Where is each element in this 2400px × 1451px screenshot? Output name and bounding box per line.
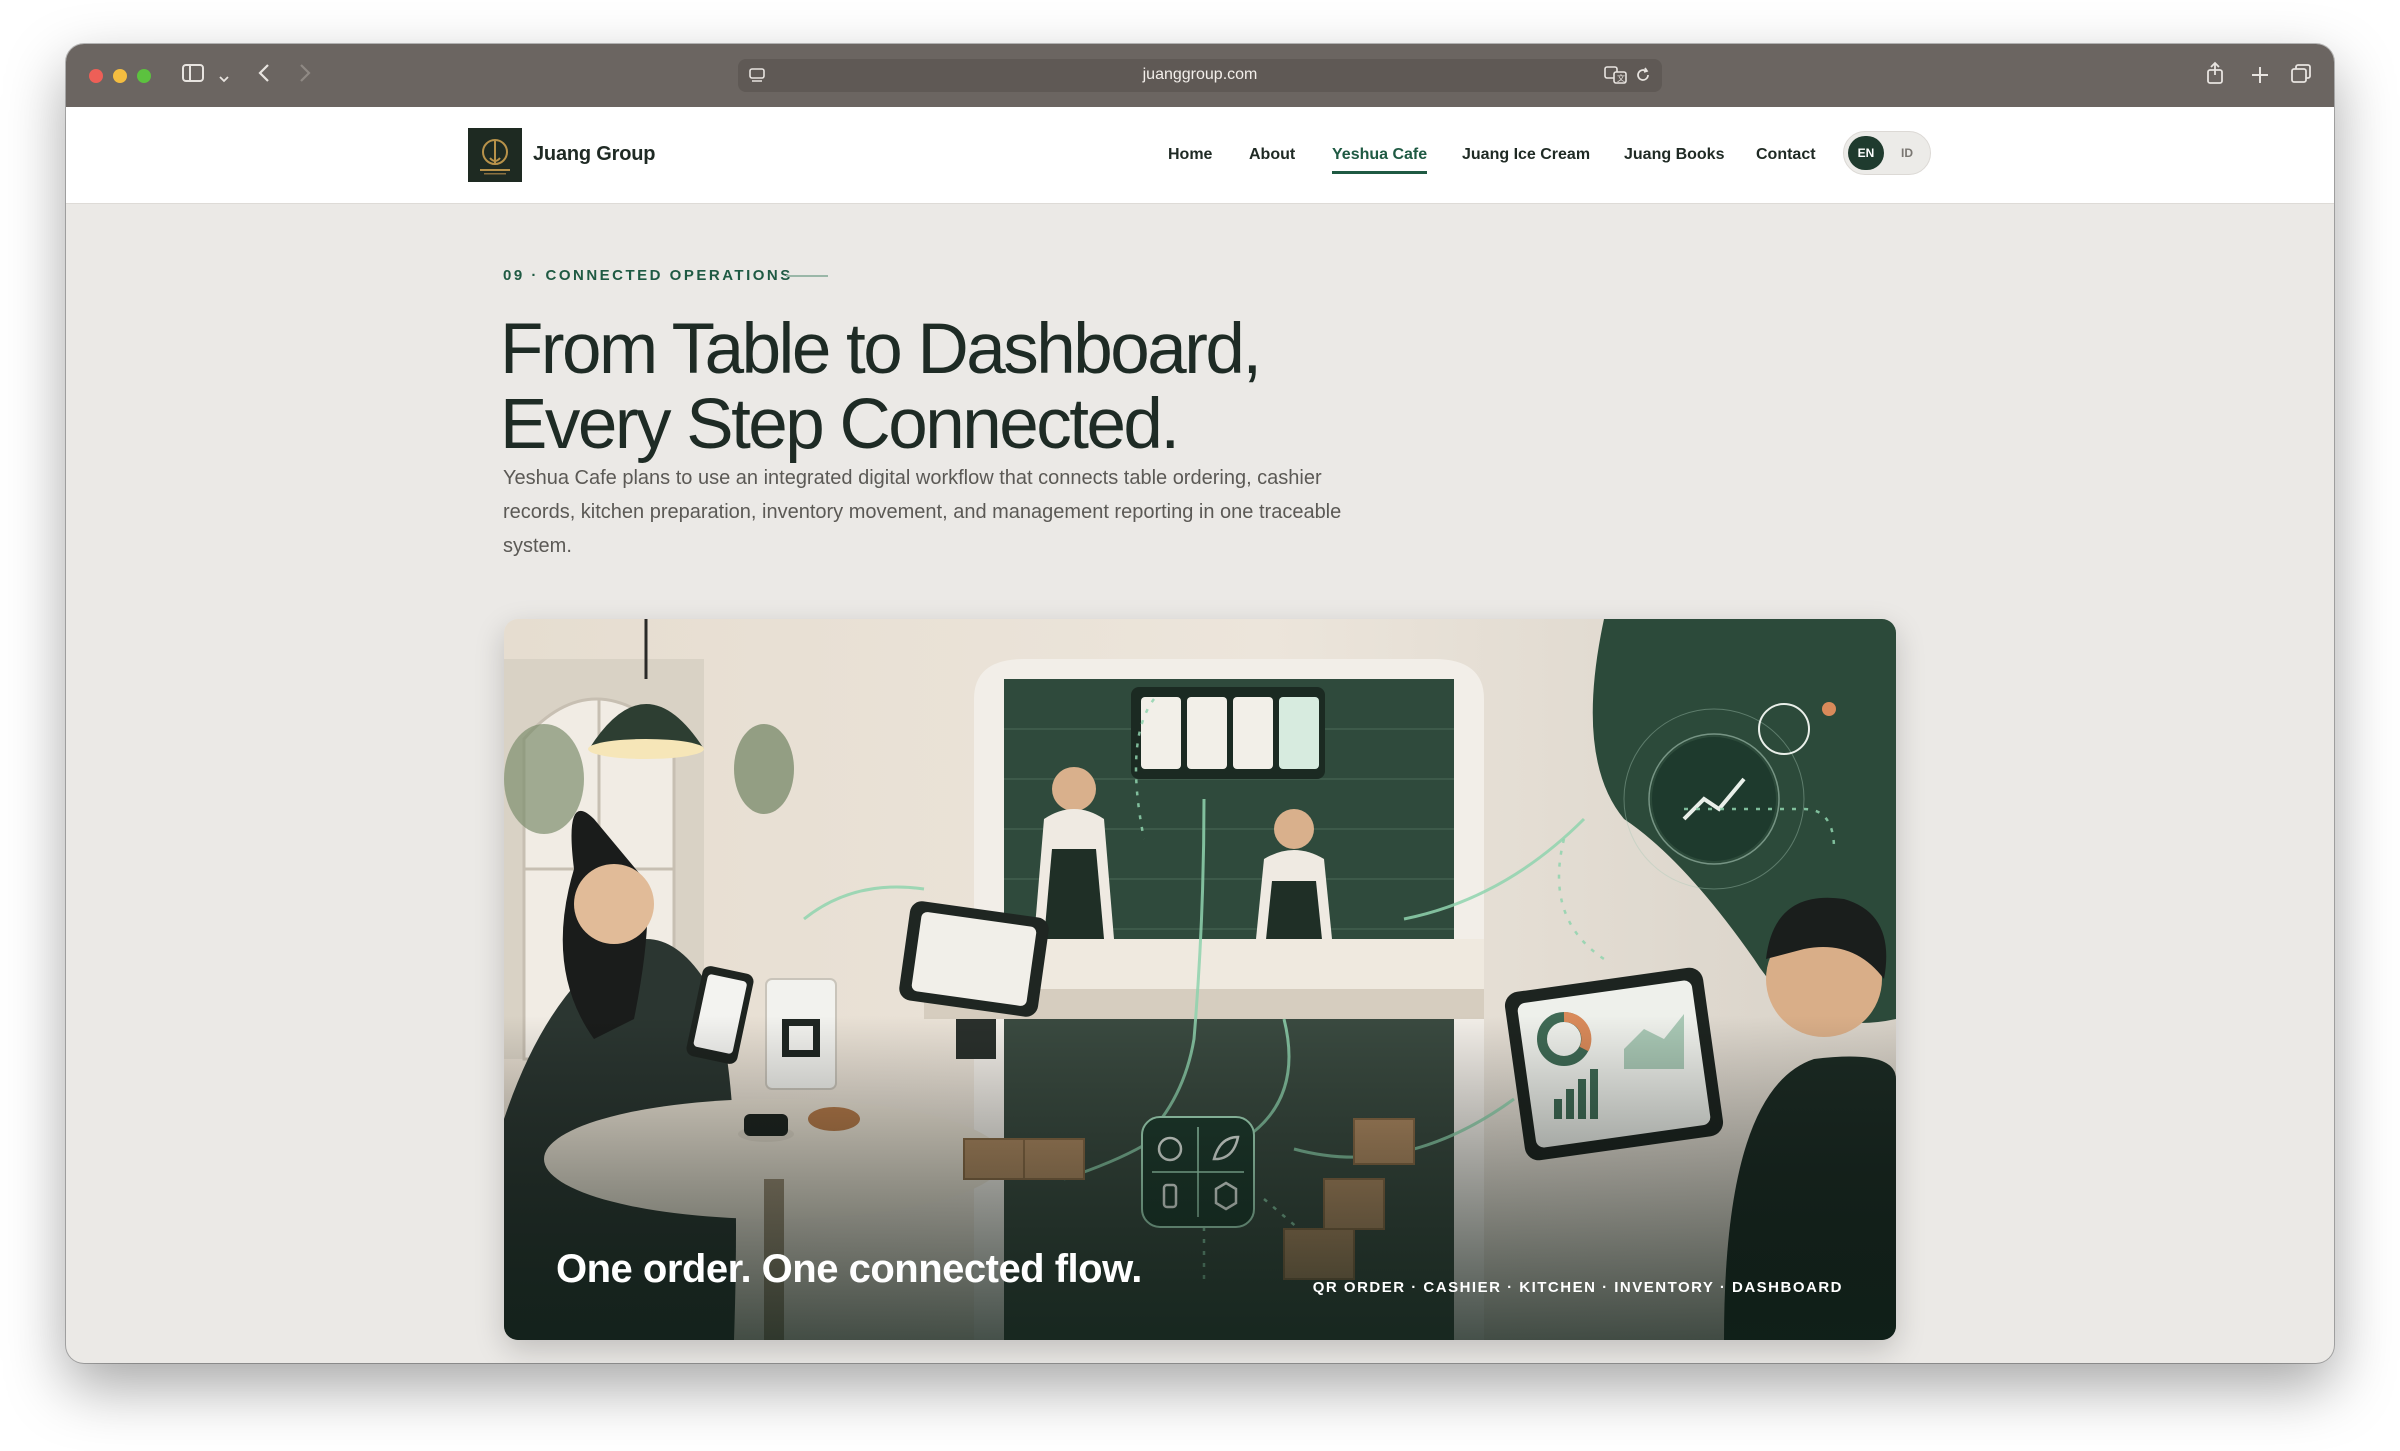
section-title: From Table to Dashboard, Every Step Conn… (500, 310, 1262, 464)
reload-icon[interactable] (1634, 66, 1652, 88)
sidebar-icon[interactable] (182, 63, 204, 87)
new-tab-icon[interactable] (2250, 65, 2270, 89)
tab-overview-icon[interactable] (2290, 63, 2312, 89)
close-window-button[interactable] (89, 69, 103, 83)
browser-toolbar: juanggroup.com 文 (66, 44, 2334, 107)
chevron-down-icon[interactable] (219, 68, 229, 87)
language-toggle[interactable]: EN ID (1843, 131, 1931, 175)
url-text[interactable]: juanggroup.com (738, 66, 1662, 84)
eyebrow-divider (786, 275, 828, 277)
nav-yeshua-cafe[interactable]: Yeshua Cafe (1332, 146, 1427, 164)
brand-name[interactable]: Juang Group (533, 143, 655, 166)
language-option-id[interactable]: ID (1892, 136, 1922, 170)
nav-contact[interactable]: Contact (1756, 146, 1816, 164)
section-title-line-1: From Table to Dashboard, (500, 310, 1262, 389)
nav-home[interactable]: Home (1168, 146, 1212, 164)
zoom-window-button[interactable] (137, 69, 151, 83)
translate-icon[interactable]: 文 (1604, 66, 1628, 88)
minimize-window-button[interactable] (113, 69, 127, 83)
brand-logo[interactable] (468, 128, 522, 182)
site-header: Juang Group Home About Yeshua Cafe Juang… (66, 107, 2334, 204)
back-icon[interactable] (258, 63, 270, 87)
connected-flow-illustration: One order. One connected flow. QR ORDER … (504, 619, 1896, 1340)
section-title-line-2: Every Step Connected. (500, 385, 1180, 464)
illustration-tags: QR ORDER · CASHIER · KITCHEN · INVENTORY… (1312, 1279, 1843, 1296)
nav-juang-books[interactable]: Juang Books (1624, 146, 1724, 164)
section-eyebrow: 09 · CONNECTED OPERATIONS (503, 267, 793, 284)
share-icon[interactable] (2205, 61, 2225, 89)
address-bar[interactable]: juanggroup.com 文 (738, 59, 1662, 92)
forward-icon[interactable] (299, 63, 311, 87)
nav-juang-ice-cream[interactable]: Juang Ice Cream (1462, 146, 1590, 164)
nav-about[interactable]: About (1249, 146, 1295, 164)
nav-active-indicator (1332, 171, 1427, 174)
illustration-artwork (504, 619, 1896, 1340)
svg-text:文: 文 (1617, 73, 1625, 83)
illustration-caption: One order. One connected flow. (556, 1247, 1142, 1291)
browser-window: juanggroup.com 文 Juang Group Home About … (66, 44, 2334, 1363)
section-description: Yeshua Cafe plans to use an integrated d… (503, 467, 1342, 557)
language-option-en[interactable]: EN (1848, 136, 1884, 170)
